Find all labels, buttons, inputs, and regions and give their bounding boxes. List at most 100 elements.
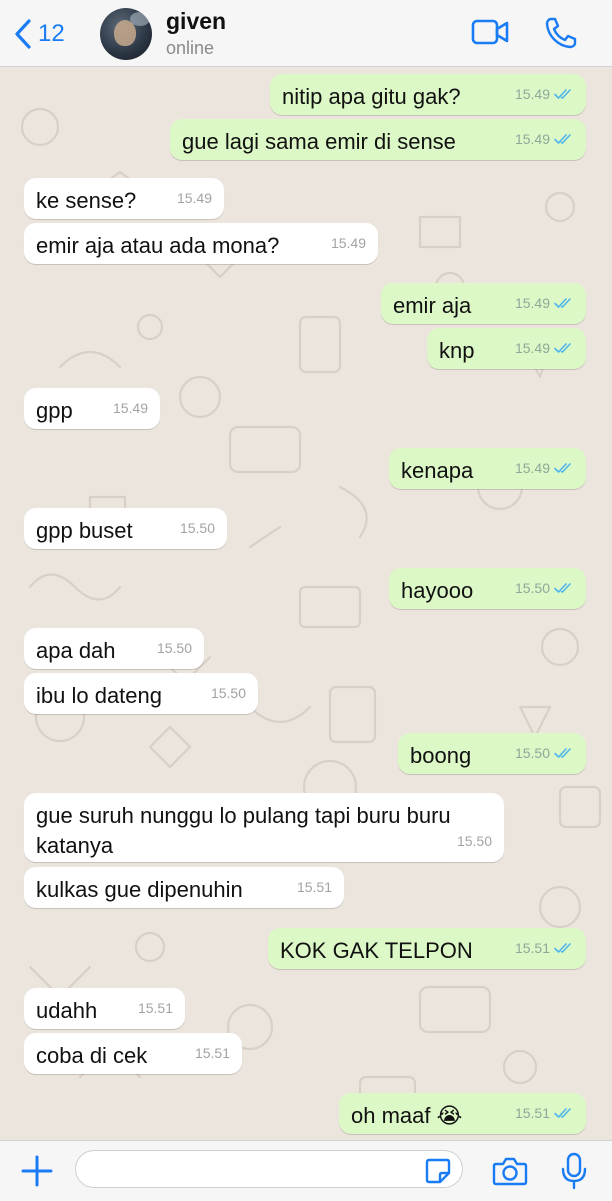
message-time: 15.51 [137, 1000, 173, 1016]
message-meta: 15.49 [515, 453, 574, 483]
contact-status: online [166, 38, 215, 58]
incoming-message[interactable]: gue suruh nunggu lo pulang tapi buru bur… [24, 793, 504, 862]
message-meta: 15.49 [515, 333, 574, 363]
read-receipt-icon [554, 134, 571, 144]
message-time: 15.49 [514, 86, 550, 102]
message-time: 15.49 [514, 460, 550, 476]
message-text: hayooo [401, 578, 474, 603]
message-text: kulkas gue dipenuhin [36, 877, 243, 902]
phone-call-icon[interactable] [544, 16, 578, 50]
message-meta: 15.50 [211, 678, 246, 708]
message-time: 15.50 [514, 580, 550, 596]
message-meta: 15.50 [515, 573, 574, 603]
message-time: 15.51 [514, 1105, 550, 1121]
read-receipt-icon [554, 748, 571, 758]
message-text: emir aja [393, 293, 472, 318]
message-text: gue lagi sama emir di sense [182, 129, 456, 154]
outgoing-message[interactable]: boong 15.50 [398, 733, 586, 774]
message-text: apa dah [36, 638, 116, 663]
unread-count: 12 [38, 20, 65, 47]
outgoing-message[interactable]: KOK GAK TELPON 15.51 [268, 928, 586, 969]
message-time: 15.49 [514, 131, 550, 147]
read-receipt-icon [554, 583, 571, 593]
message-time: 15.50 [179, 520, 215, 536]
camera-icon[interactable] [492, 1155, 528, 1187]
read-receipt-icon [554, 343, 571, 353]
message-meta: 15.49 [113, 393, 148, 423]
incoming-message[interactable]: emir aja atau ada mona? 15.49 [24, 223, 378, 264]
message-time: 15.50 [456, 833, 492, 849]
message-meta: 15.51 [297, 872, 332, 902]
message-text: coba di cek [36, 1043, 148, 1068]
message-time: 15.49 [514, 295, 550, 311]
message-text: gpp buset [36, 518, 133, 543]
incoming-message[interactable]: udahh 15.51 [24, 988, 185, 1029]
chevron-left-icon [15, 19, 31, 49]
read-receipt-icon [554, 463, 571, 473]
incoming-message[interactable]: ke sense? 15.49 [24, 178, 224, 219]
chat-area[interactable]: nitip apa gitu gak? 15.49 gue lagi sama e… [0, 67, 612, 1140]
outgoing-message[interactable]: emir aja 15.49 [381, 283, 586, 324]
message-text: udahh [36, 998, 98, 1023]
message-text: knp [439, 338, 475, 363]
message-meta: 15.49 [331, 228, 366, 258]
message-meta: 15.50 [515, 738, 574, 768]
outgoing-message[interactable]: knp 15.49 [427, 328, 586, 369]
incoming-message[interactable]: coba di cek 15.51 [24, 1033, 242, 1074]
message-time: 15.51 [194, 1045, 230, 1061]
message-time: 15.49 [112, 400, 148, 416]
read-receipt-icon [554, 298, 571, 308]
message-meta: 15.51 [195, 1038, 230, 1068]
incoming-message[interactable]: gpp buset 15.50 [24, 508, 227, 549]
outgoing-message[interactable]: hayooo 15.50 [389, 568, 586, 609]
back-button[interactable]: 12 [14, 14, 65, 54]
message-meta: 15.51 [138, 993, 173, 1023]
message-text: nitip apa gitu gak? [282, 84, 461, 109]
message-meta: 15.49 [177, 183, 212, 213]
message-meta: 15.51 [515, 1098, 574, 1128]
message-time: 15.50 [514, 745, 550, 761]
composer-bar [0, 1140, 612, 1201]
message-text: KOK GAK TELPON [280, 938, 473, 963]
message-meta: 15.49 [515, 124, 574, 154]
message-time: 15.50 [210, 685, 246, 701]
message-time: 15.50 [156, 640, 192, 656]
read-receipt-icon [554, 89, 571, 99]
chat-header: 12 given online [0, 0, 612, 67]
message-meta: 15.49 [515, 79, 574, 109]
message-text: ibu lo dateng [36, 683, 162, 708]
message-meta: 15.49 [515, 288, 574, 318]
message-text: ke sense? [36, 188, 137, 213]
message-meta: 15.50 [157, 633, 192, 663]
outgoing-message[interactable]: nitip apa gitu gak? 15.49 [270, 74, 586, 115]
message-text: gue suruh nunggu lo pulang tapi buru bur… [36, 803, 457, 858]
message-meta: 15.51 [515, 933, 574, 963]
plus-icon[interactable] [20, 1154, 54, 1188]
message-text: oh maaf 😭 [351, 1103, 463, 1128]
message-time: 15.49 [176, 190, 212, 206]
incoming-message[interactable]: gpp 15.49 [24, 388, 160, 429]
read-receipt-icon [554, 1108, 571, 1118]
message-text: kenapa [401, 458, 474, 483]
outgoing-message[interactable]: oh maaf 😭 15.51 [339, 1093, 586, 1134]
read-receipt-icon [554, 943, 571, 953]
message-text: emir aja atau ada mona? [36, 233, 280, 258]
message-text: boong [410, 743, 472, 768]
message-input[interactable] [75, 1150, 463, 1188]
message-time: 15.49 [330, 235, 366, 251]
outgoing-message[interactable]: gue lagi sama emir di sense 15.49 [170, 119, 586, 160]
contact-name[interactable]: given [166, 8, 226, 35]
message-time: 15.51 [514, 940, 550, 956]
sticker-icon[interactable] [424, 1157, 452, 1185]
microphone-icon[interactable] [560, 1152, 588, 1190]
message-time: 15.49 [514, 340, 550, 356]
message-text: gpp [36, 398, 73, 423]
video-call-icon[interactable] [470, 16, 510, 48]
message-meta: 15.50 [457, 826, 492, 856]
incoming-message[interactable]: ibu lo dateng 15.50 [24, 673, 258, 714]
incoming-message[interactable]: apa dah 15.50 [24, 628, 204, 669]
message-time: 15.51 [296, 879, 332, 895]
avatar[interactable] [100, 8, 152, 60]
outgoing-message[interactable]: kenapa 15.49 [389, 448, 586, 489]
incoming-message[interactable]: kulkas gue dipenuhin 15.51 [24, 867, 344, 908]
